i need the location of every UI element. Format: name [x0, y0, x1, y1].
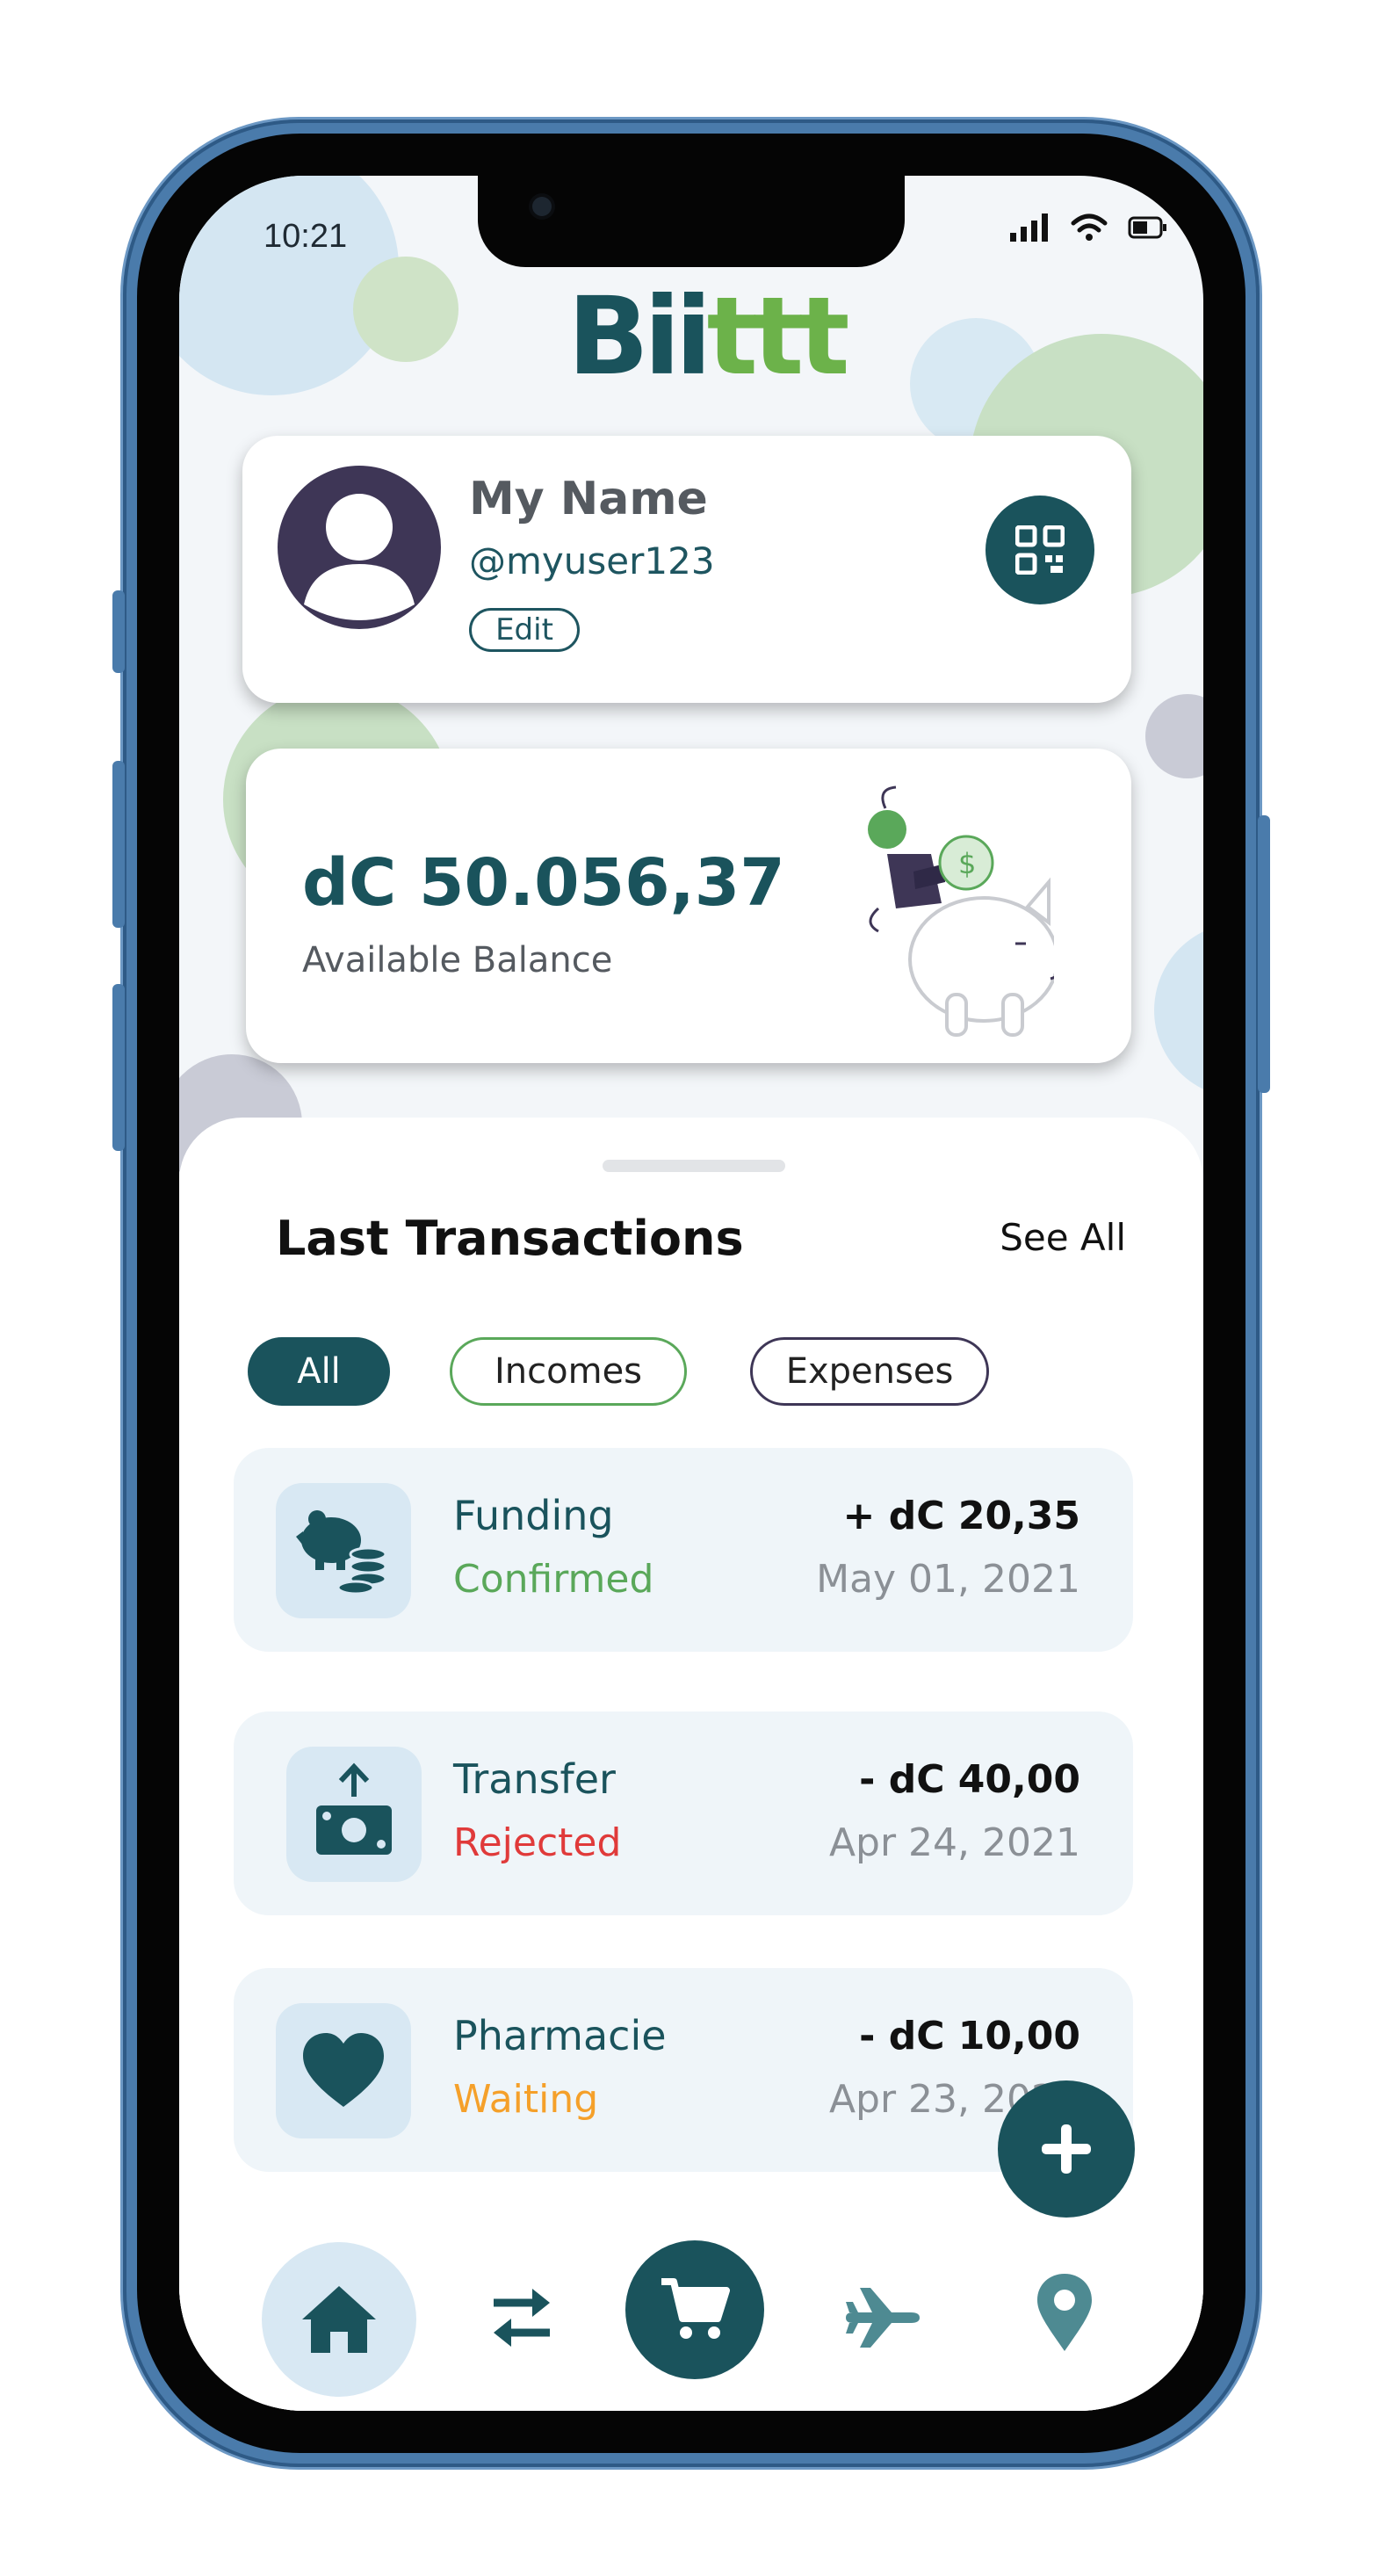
transaction-status: Rejected [453, 1820, 622, 1865]
money-transfer-icon [316, 1762, 392, 1855]
transaction-icon-box [286, 1747, 422, 1882]
status-time: 10:21 [264, 218, 348, 255]
balance-amount: dC 50.056,37 [302, 845, 785, 921]
transaction-date: Apr 24, 2021 [828, 1820, 1080, 1865]
bg-bubble [353, 257, 458, 362]
plus-icon [1042, 2124, 1091, 2174]
notch [478, 176, 905, 267]
transaction-amount: + dC 20,35 [842, 1494, 1080, 1538]
nav-cart[interactable] [625, 2240, 764, 2379]
transaction-amount: - dC 40,00 [859, 1757, 1080, 1802]
transaction-title: Funding [453, 1492, 614, 1539]
wifi-icon [1071, 213, 1108, 241]
volume-up-button [112, 761, 125, 928]
logo-part-2: ttt [706, 274, 850, 399]
transaction-icon-box [276, 1483, 411, 1618]
edit-profile-button[interactable]: Edit [469, 608, 580, 652]
transaction-amount: - dC 10,00 [859, 2014, 1080, 2059]
add-transaction-button[interactable] [998, 2080, 1135, 2218]
phone-screen: 10:21 Biittt My Name @myuser123 Edit dC … [179, 176, 1203, 2411]
piggy-bank-icon [296, 1510, 387, 1596]
filter-chip-incomes[interactable]: Incomes [450, 1337, 687, 1406]
user-icon [304, 494, 415, 620]
profile-name: My Name [469, 473, 708, 525]
transaction-icon-box [276, 2003, 411, 2138]
airplane-icon [846, 2288, 920, 2348]
transfer-arrows-icon [494, 2289, 550, 2347]
see-all-link[interactable]: See All [1000, 1216, 1126, 1259]
transaction-status: Waiting [453, 2077, 599, 2122]
nav-transfer[interactable] [469, 2265, 574, 2370]
status-icons [1010, 213, 1168, 242]
bg-bubble [1154, 923, 1203, 1098]
transaction-title: Pharmacie [453, 2012, 667, 2059]
piggy-bank-illustration: $ [868, 785, 1054, 1037]
qr-code-icon [1015, 525, 1065, 575]
profile-card: My Name @myuser123 Edit [242, 436, 1131, 703]
location-pin-icon [1037, 2274, 1092, 2351]
front-camera [532, 197, 552, 216]
transaction-date: May 01, 2021 [816, 1557, 1080, 1602]
nav-travel[interactable] [829, 2265, 935, 2370]
power-button [1258, 815, 1270, 1093]
avatar[interactable] [278, 466, 441, 629]
heart-icon [303, 2033, 384, 2107]
bg-bubble [1145, 694, 1203, 778]
volume-down-button [112, 984, 125, 1151]
balance-card: dC 50.056,37 Available Balance $ [246, 749, 1131, 1063]
home-icon [302, 2286, 376, 2353]
transaction-item[interactable]: Funding Confirmed + dC 20,35 May 01, 202… [234, 1448, 1133, 1652]
app-logo: Biittt [567, 283, 850, 390]
signal-icon [1010, 213, 1048, 242]
logo-part-1: Bii [567, 274, 712, 399]
transaction-status: Confirmed [453, 1557, 654, 1602]
mute-switch [112, 590, 125, 673]
battery-icon [1128, 216, 1166, 239]
nav-home[interactable] [262, 2242, 416, 2397]
bottom-navigation [179, 2225, 1203, 2411]
transactions-sheet: Last Transactions See All All Incomes Ex… [179, 1118, 1203, 2411]
nav-location[interactable] [1012, 2260, 1117, 2365]
filter-chip-all[interactable]: All [248, 1337, 390, 1406]
profile-handle: @myuser123 [469, 539, 715, 582]
filter-chip-expenses[interactable]: Expenses [750, 1337, 989, 1406]
transactions-title: Last Transactions [276, 1211, 744, 1266]
transaction-item[interactable]: Transfer Rejected - dC 40,00 Apr 24, 202… [234, 1711, 1133, 1915]
cart-icon [661, 2278, 730, 2339]
qr-code-button[interactable] [986, 496, 1094, 604]
svg-text:$: $ [958, 847, 976, 880]
sheet-drag-handle[interactable] [603, 1160, 785, 1172]
balance-label: Available Balance [302, 940, 613, 980]
transaction-title: Transfer [453, 1755, 616, 1803]
